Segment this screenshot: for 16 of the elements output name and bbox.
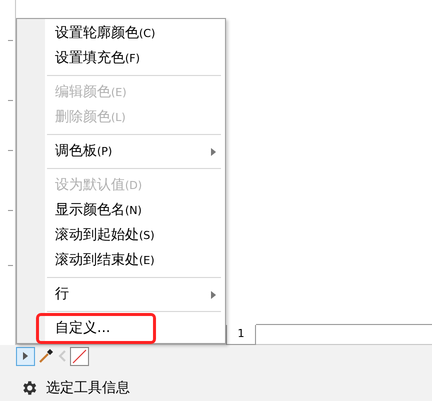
eyedropper-icon[interactable]	[38, 348, 54, 364]
menu-item[interactable]: 设置填充色(F)	[47, 46, 225, 71]
submenu-arrow-icon	[211, 148, 216, 156]
menu-item[interactable]: 调色板(P)	[47, 139, 225, 164]
menu-item[interactable]: 设置轮廓颜色(C)	[47, 21, 225, 46]
page-tab[interactable]: 1	[226, 325, 256, 345]
no-color-swatch[interactable]	[70, 346, 89, 366]
menu-item[interactable]: 滚动到起始处(S)	[47, 223, 225, 248]
menu-item[interactable]: 行	[47, 282, 225, 307]
menu-item[interactable]: 显示颜色名(N)	[47, 198, 225, 223]
menu-item[interactable]: 滚动到结束处(E)	[47, 248, 225, 273]
submenu-arrow-icon	[211, 290, 216, 298]
play-button[interactable]	[16, 346, 35, 366]
play-icon	[23, 352, 28, 360]
menu-item[interactable]: 自定义...	[47, 316, 225, 341]
status-text: 选定工具信息	[46, 378, 130, 398]
